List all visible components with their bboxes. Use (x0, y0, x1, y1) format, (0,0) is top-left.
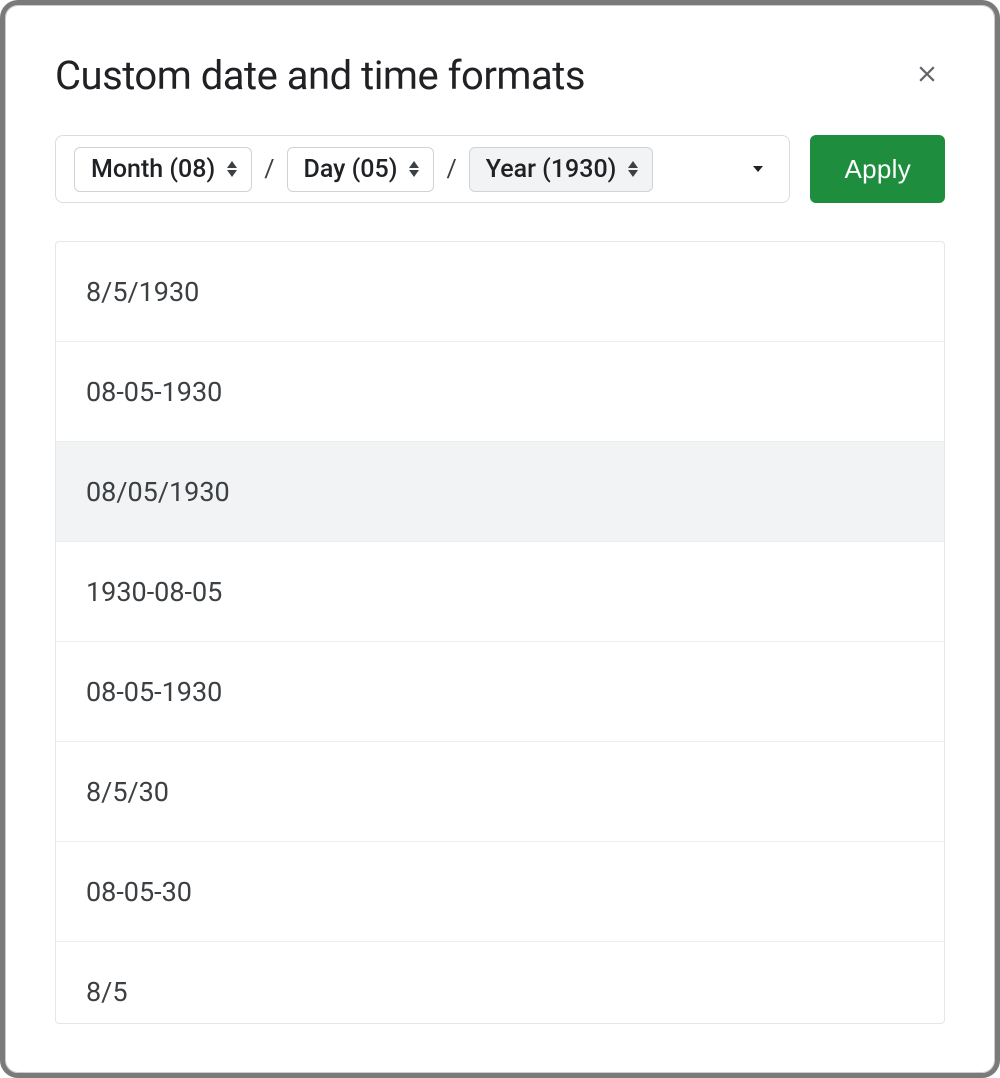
format-token-label: Month (08) (91, 155, 215, 184)
list-item[interactable]: 08/05/1930 (56, 442, 944, 542)
list-item[interactable]: 08-05-30 (56, 842, 944, 942)
controls-row: Month (08) / Day (05) / Year (1930) (55, 135, 945, 203)
preset-label: 08-05-1930 (86, 376, 222, 408)
preset-label: 1930-08-05 (86, 576, 222, 608)
format-token-day[interactable]: Day (05) (287, 147, 435, 192)
stepper-icon (626, 160, 640, 178)
preset-label: 08/05/1930 (86, 476, 230, 508)
preset-label: 8/5/1930 (86, 276, 199, 308)
preset-label: 8/5/30 (86, 776, 169, 808)
list-item[interactable]: 08-05-1930 (56, 642, 944, 742)
stepper-icon (225, 160, 239, 178)
close-button[interactable] (909, 56, 945, 92)
format-input[interactable]: Month (08) / Day (05) / Year (1930) (55, 135, 790, 203)
list-item[interactable]: 8/5/30 (56, 742, 944, 842)
dialog-header: Custom date and time formats (55, 52, 945, 99)
dialog-title: Custom date and time formats (55, 52, 585, 99)
list-item[interactable]: 08-05-1930 (56, 342, 944, 442)
preset-label: 08-05-30 (86, 876, 192, 908)
custom-date-time-dialog: Custom date and time formats Month (08) … (15, 14, 985, 1064)
format-token-year[interactable]: Year (1930) (469, 147, 654, 192)
separator: / (262, 155, 276, 184)
apply-button[interactable]: Apply (810, 135, 945, 203)
add-token-button[interactable] (741, 152, 775, 186)
format-token-label: Day (05) (304, 155, 398, 184)
list-item[interactable]: 8/5 (56, 942, 944, 1023)
chevron-down-icon (746, 157, 770, 181)
preset-label: 08-05-1930 (86, 676, 222, 708)
format-token-label: Year (1930) (486, 155, 617, 184)
preset-list-scroll[interactable]: 8/5/1930 08-05-1930 08/05/1930 1930-08-0… (56, 242, 944, 1023)
separator: / (444, 155, 458, 184)
preset-list: 8/5/1930 08-05-1930 08/05/1930 1930-08-0… (55, 241, 945, 1024)
format-token-month[interactable]: Month (08) (74, 147, 252, 192)
list-item[interactable]: 8/5/1930 (56, 242, 944, 342)
preset-label: 8/5 (86, 976, 128, 1008)
close-icon (914, 61, 940, 87)
list-item[interactable]: 1930-08-05 (56, 542, 944, 642)
stepper-icon (407, 160, 421, 178)
